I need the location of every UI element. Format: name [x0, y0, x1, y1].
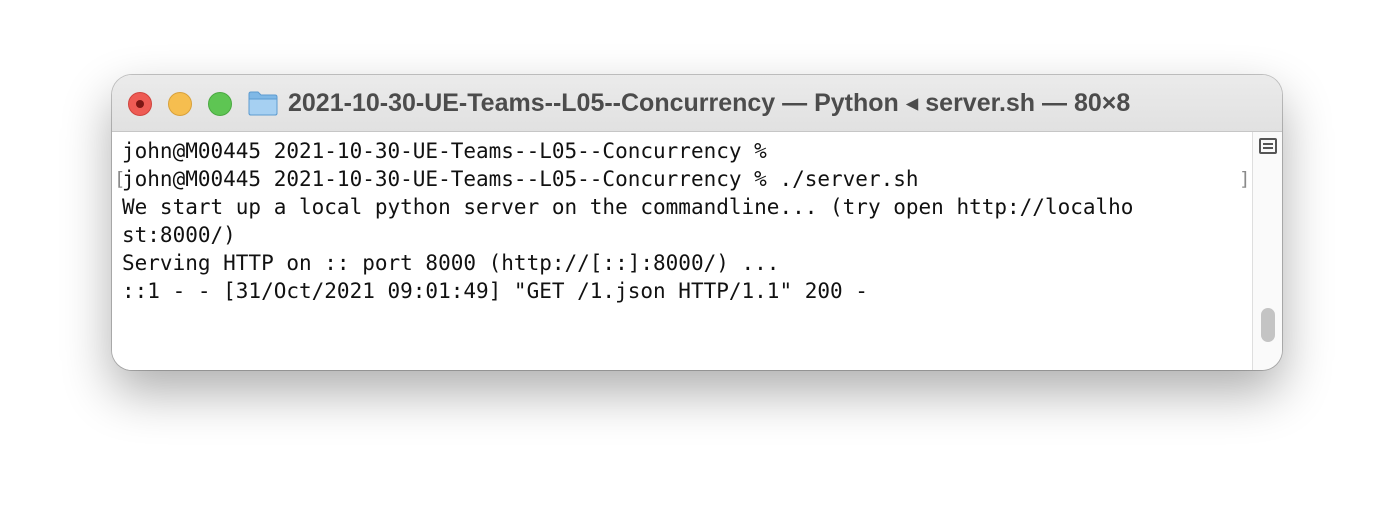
terminal-output: john@M00445 2021-10-30-UE-Teams--L05--Co… [122, 137, 1133, 305]
terminal-window: 2021-10-30-UE-Teams--L05--Concurrency — … [112, 75, 1282, 370]
terminal-line: Serving HTTP on :: port 8000 (http://[::… [122, 251, 780, 275]
folder-icon [248, 91, 278, 116]
terminal-line: We start up a local python server on the… [122, 195, 1134, 219]
close-button[interactable] [128, 92, 152, 116]
terminal-line: st:8000/) [122, 223, 236, 247]
minimize-button[interactable] [168, 92, 192, 116]
window-title: 2021-10-30-UE-Teams--L05--Concurrency — … [288, 89, 1131, 117]
title-bar[interactable]: 2021-10-30-UE-Teams--L05--Concurrency — … [112, 75, 1282, 132]
mark-bracket-right: ] [1239, 168, 1251, 190]
terminal-line: john@M00445 2021-10-30-UE-Teams--L05--Co… [122, 167, 919, 191]
terminal-line: ::1 - - [31/Oct/2021 09:01:49] "GET /1.j… [122, 279, 868, 303]
zoom-button[interactable] [208, 92, 232, 116]
split-pane-icon[interactable] [1259, 138, 1277, 154]
terminal-content[interactable]: [ john@M00445 2021-10-30-UE-Teams--L05--… [112, 132, 1252, 370]
scrollbar-thumb[interactable] [1261, 308, 1275, 342]
vertical-scrollbar[interactable] [1252, 132, 1282, 370]
terminal-line: john@M00445 2021-10-30-UE-Teams--L05--Co… [122, 139, 767, 163]
